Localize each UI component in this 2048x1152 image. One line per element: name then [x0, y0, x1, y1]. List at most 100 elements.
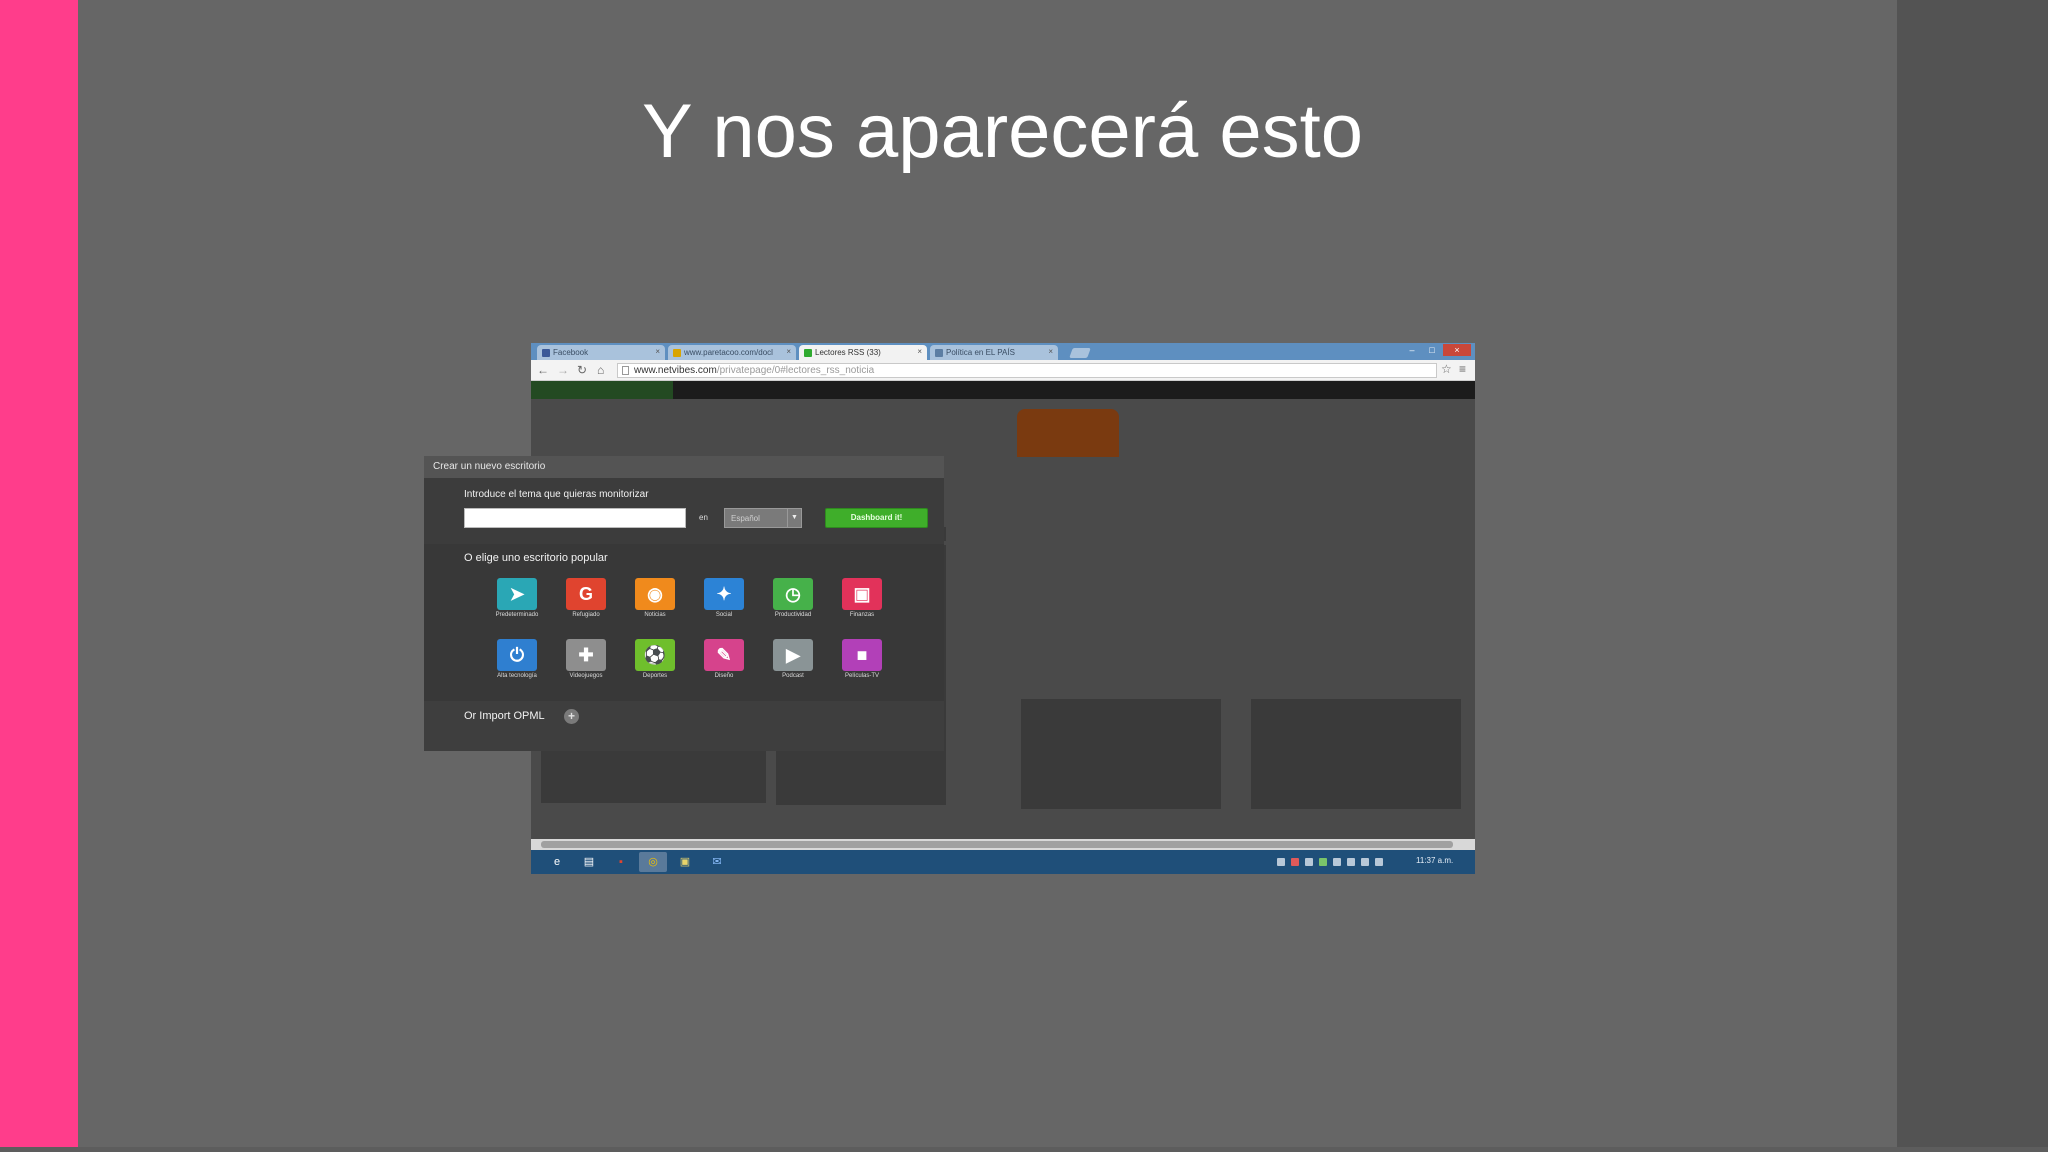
volume-icon[interactable]: [1375, 858, 1383, 866]
desktop-tile-2[interactable]: G Refugiado: [563, 578, 609, 618]
tab-strip: Facebook × www.paretacoo.com/docl × Lect…: [531, 343, 1475, 360]
tab-el-pais[interactable]: Política en EL PAÍS ×: [930, 345, 1058, 360]
address-bar[interactable]: www.netvibes.com/privatepage/0#lectores_…: [617, 363, 1437, 378]
bookmark-star-icon[interactable]: ☆: [1441, 362, 1452, 376]
chrome-icon[interactable]: ◎: [639, 852, 667, 872]
desktop-tile-7[interactable]: ⏻ Alta tecnología: [494, 639, 540, 679]
cursor-icon: ➤: [497, 578, 537, 610]
explorer-icon[interactable]: ▤: [575, 852, 603, 872]
url-host: www.netvibes.com: [634, 365, 717, 376]
office-icon[interactable]: ▪: [607, 852, 635, 872]
desktop-tile-3[interactable]: ◉ Noticias: [632, 578, 678, 618]
desktop-tile-label: Finanzas: [849, 612, 875, 618]
flag-icon[interactable]: [1333, 858, 1341, 866]
tab-close-icon[interactable]: ×: [786, 347, 791, 356]
tray-icon[interactable]: [1291, 858, 1299, 866]
close-window-button[interactable]: ×: [1443, 344, 1471, 356]
battery-icon[interactable]: [1361, 858, 1369, 866]
minimize-button[interactable]: –: [1403, 344, 1421, 356]
taskbar-clock: 11:37 a.m.: [1416, 856, 1454, 865]
power-icon: ⏻: [497, 639, 537, 671]
menu-icon[interactable]: ≡: [1459, 362, 1466, 376]
desktop-tile-label: Alta tecnología: [497, 673, 537, 679]
desktop-tile-12[interactable]: ■ Películas-TV: [839, 639, 885, 679]
gamepad-icon: ✚: [566, 639, 606, 671]
page-icon: [622, 366, 629, 375]
slide: Y nos aparecerá esto Facebook × www.pare…: [0, 0, 2048, 1152]
desktop-tile-label: Noticias: [644, 612, 666, 618]
plus-icon[interactable]: +: [564, 709, 579, 724]
ghost-widget-right: [1021, 699, 1221, 809]
desktop-tile-5[interactable]: ◷ Productividad: [770, 578, 816, 618]
tab-lectores-rss[interactable]: Lectores RSS (33) ×: [799, 345, 927, 360]
horizontal-scrollbar[interactable]: [531, 839, 1475, 850]
tab-label: www.paretacoo.com/docl: [684, 348, 773, 357]
language-select[interactable]: Español ▼: [724, 508, 802, 528]
ghost-widget-right: [1251, 699, 1461, 809]
tab-label: Política en EL PAÍS: [946, 348, 1015, 357]
tray-icon[interactable]: [1305, 858, 1313, 866]
back-arrow-icon[interactable]: ←: [537, 363, 549, 377]
import-opml-link[interactable]: Or Import OPML: [464, 710, 545, 722]
rss-icon: ◉: [635, 578, 675, 610]
tab-label: Facebook: [553, 348, 589, 357]
desktop-tile-label: Diseño: [714, 673, 734, 679]
windows-taskbar: e ▤ ▪ ◎ ▣ ✉ 11:37 a.m.: [531, 850, 1475, 874]
topic-label: Introduce el tema que quieras monitoriza…: [464, 489, 649, 500]
popular-label: O elige uno escritorio popular: [464, 552, 608, 564]
notes-icon[interactable]: ▣: [671, 852, 699, 872]
desktop-tile-4[interactable]: ✦ Social: [701, 578, 747, 618]
desktop-tile-label: Videojuegos: [569, 673, 603, 679]
desktop-tile-label: Social: [715, 612, 733, 618]
money-icon: ▣: [842, 578, 882, 610]
desktop-tile-11[interactable]: ▶ Podcast: [770, 639, 816, 679]
desktop-tile-6[interactable]: ▣ Finanzas: [839, 578, 885, 618]
google-icon: G: [566, 578, 606, 610]
reload-icon[interactable]: ↻: [577, 363, 587, 377]
topic-section: Introduce el tema que quieras monitoriza…: [424, 478, 944, 544]
desktop-tile-label: Productividad: [774, 612, 812, 618]
netvibes-top-bar: [531, 381, 1475, 399]
facebook-favicon-icon: [542, 349, 550, 357]
language-value: Español: [731, 514, 760, 523]
netvibes-logo: [1017, 409, 1119, 457]
network-icon[interactable]: [1347, 858, 1355, 866]
tab-close-icon[interactable]: ×: [1048, 347, 1053, 356]
tray-icon[interactable]: [1319, 858, 1327, 866]
outlook-icon[interactable]: ✉: [703, 852, 731, 872]
desktop-tile-8[interactable]: ✚ Videojuegos: [563, 639, 609, 679]
language-preposition: en: [699, 513, 708, 522]
play-icon: ▶: [773, 639, 813, 671]
popular-section: O elige uno escritorio popular ➤ Predeter…: [424, 544, 944, 701]
new-tab-button[interactable]: [1069, 348, 1091, 358]
desktop-tile-1[interactable]: ➤ Predeterminado: [494, 578, 540, 618]
trophy-favicon-icon: [673, 349, 681, 357]
accent-bar: [0, 0, 78, 1152]
pencil-icon: ✎: [704, 639, 744, 671]
tab-close-icon[interactable]: ×: [655, 347, 660, 356]
topic-input[interactable]: [464, 508, 686, 528]
browser-toolbar: ← → ↻ ⌂ www.netvibes.com/privatepage/0#l…: [531, 360, 1475, 381]
elpais-favicon-icon: [935, 349, 943, 357]
tab-facebook[interactable]: Facebook ×: [537, 345, 665, 360]
desktop-tile-10[interactable]: ✎ Diseño: [701, 639, 747, 679]
tab-close-icon[interactable]: ×: [917, 347, 922, 356]
bottom-strip: [0, 1147, 2048, 1152]
home-icon[interactable]: ⌂: [597, 363, 604, 377]
ie-icon[interactable]: e: [543, 852, 571, 872]
forward-arrow-icon[interactable]: →: [557, 363, 569, 377]
dashboard-it-button[interactable]: Dashboard it!: [825, 508, 928, 528]
desktop-tile-label: Películas-TV: [844, 673, 879, 679]
tray-icon[interactable]: [1277, 858, 1285, 866]
netvibes-favicon-icon: [804, 349, 812, 357]
camera-icon: ■: [842, 639, 882, 671]
slide-title: Y nos aparecerá esto: [641, 89, 1364, 174]
maximize-button[interactable]: □: [1423, 344, 1441, 356]
tab-paretacoo[interactable]: www.paretacoo.com/docl ×: [668, 345, 796, 360]
netvibes-tabs-area: [531, 381, 673, 399]
desktop-tile-label: Deportes: [642, 673, 668, 679]
tab-label: Lectores RSS (33): [815, 348, 881, 357]
desktop-tile-label: Refugiado: [572, 612, 600, 618]
scrollbar-thumb[interactable]: [541, 841, 1453, 848]
desktop-tile-9[interactable]: ⚽ Deportes: [632, 639, 678, 679]
